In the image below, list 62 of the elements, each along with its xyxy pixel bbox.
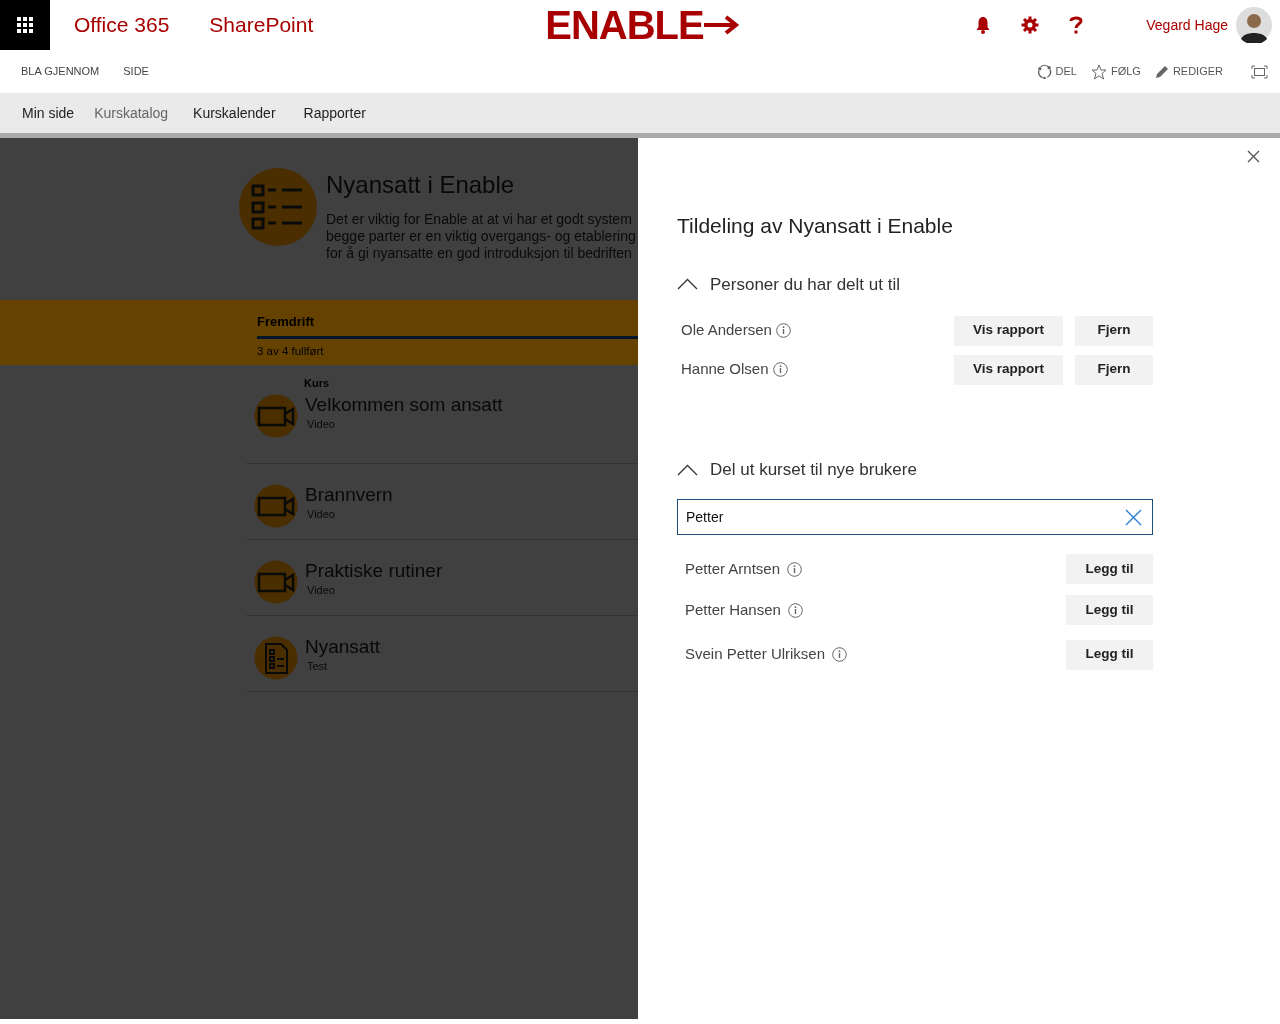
info-icon[interactable] — [832, 647, 848, 662]
close-button[interactable] — [1247, 150, 1260, 163]
person-name: Ole Andersen — [681, 320, 772, 341]
search-field[interactable]: Petter — [677, 498, 1153, 535]
logo-arrow-icon — [703, 13, 740, 37]
person-name: Petter Hansen — [685, 599, 781, 620]
nav-link[interactable]: Min side — [22, 102, 75, 124]
section-header[interactable]: Personer du har delt ut til — [677, 271, 900, 297]
view-report-button[interactable]: Vis rapport — [954, 315, 1063, 346]
app-launcher-button[interactable] — [0, 0, 50, 50]
item-title: Velkommen som ansatt — [305, 393, 503, 416]
ribbon-tab[interactable]: BLA GJENNOM — [21, 63, 100, 80]
chevron-up-icon — [677, 278, 698, 291]
info-icon[interactable] — [787, 602, 803, 618]
info-icon[interactable] — [775, 323, 791, 338]
progress-status: 3 av 4 fullført — [257, 343, 325, 359]
section-header[interactable]: Del ut kurset til nye brukere — [677, 457, 917, 483]
share-icon — [1036, 64, 1052, 79]
video-camera-icon — [254, 559, 298, 604]
help-button[interactable] — [1069, 15, 1084, 35]
add-button[interactable]: Legg til — [1066, 595, 1153, 625]
user-avatar[interactable] — [1236, 7, 1272, 43]
add-button[interactable]: Legg til — [1066, 639, 1153, 670]
nav-link[interactable]: Kurskatalog — [94, 102, 169, 124]
info-icon[interactable] — [787, 561, 803, 577]
ribbon-tab[interactable]: SIDE — [123, 63, 149, 80]
person-name: Hanne Olsen — [681, 359, 769, 380]
progress-label: Fremdrift — [257, 313, 316, 331]
user-name[interactable]: Vegard Hage — [1146, 14, 1228, 36]
app-name-link[interactable]: SharePoint — [209, 9, 314, 41]
item-title: Praktiske rutiner — [305, 559, 443, 582]
add-button[interactable]: Legg til — [1066, 554, 1153, 584]
logo-text: ENABLE — [545, 5, 704, 45]
view-report-button[interactable]: Vis rapport — [954, 354, 1063, 385]
list-heading: Kurs — [304, 376, 331, 391]
app-grid-icon — [16, 16, 34, 34]
video-camera-icon — [254, 393, 298, 438]
pencil-icon — [1154, 64, 1169, 79]
settings-button[interactable] — [1021, 16, 1040, 34]
clear-button[interactable] — [1125, 508, 1142, 526]
notifications-button[interactable] — [975, 16, 992, 34]
nav-link[interactable]: Kurskalender — [193, 102, 276, 124]
panel-title: Tildeling av Nyansatt i Enable — [677, 213, 954, 239]
nav-link[interactable]: Rapporter — [303, 102, 366, 124]
office-link[interactable]: Office 365 — [74, 9, 170, 41]
ribbon-action[interactable]: REDIGER — [1154, 63, 1223, 80]
info-icon[interactable] — [772, 362, 788, 377]
checklist-icon — [238, 167, 318, 247]
person-name: Svein Petter Ulriksen — [685, 644, 826, 665]
item-title: Brannvern — [305, 483, 393, 506]
ribbon-action[interactable]: DEL — [1036, 63, 1077, 80]
star-icon — [1090, 63, 1107, 80]
ribbon-action[interactable]: FØLG — [1090, 63, 1141, 80]
focus-mode-button[interactable] — [1251, 64, 1268, 79]
person-name: Petter Arntsen — [685, 558, 781, 579]
course-title: Nyansatt i Enable — [326, 170, 516, 200]
remove-button[interactable]: Fjern — [1075, 315, 1153, 346]
remove-button[interactable]: Fjern — [1075, 354, 1153, 385]
chevron-up-icon — [677, 463, 698, 476]
document-checklist-icon — [254, 635, 298, 680]
video-camera-icon — [254, 483, 298, 528]
item-title: Nyansatt — [305, 635, 380, 658]
